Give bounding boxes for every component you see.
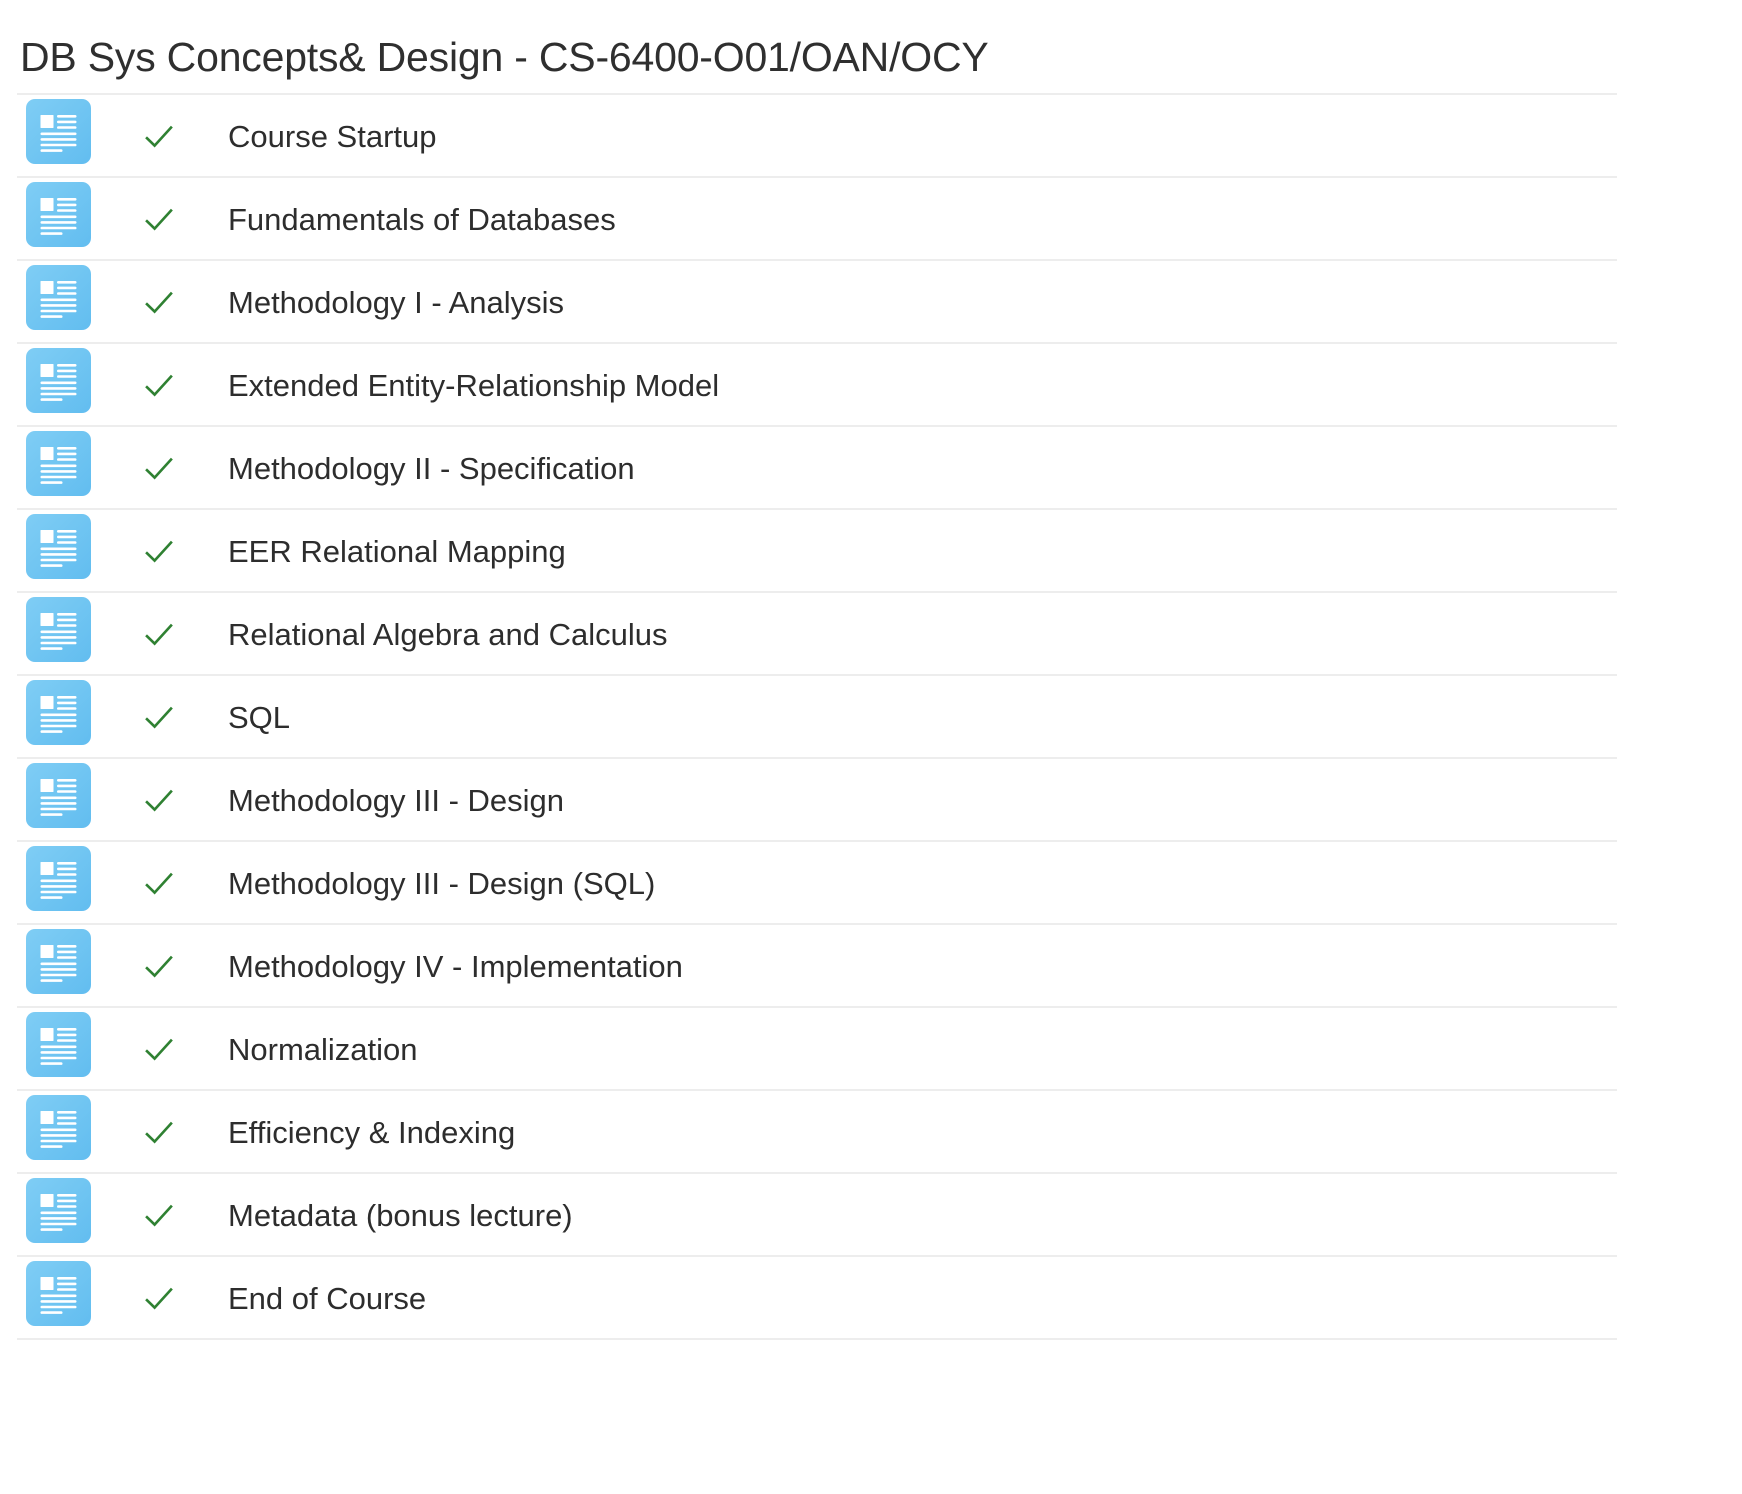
article-document-icon [26, 1095, 91, 1160]
module-title: Methodology IV - Implementation [228, 948, 683, 984]
module-list-item[interactable]: Extended Entity-Relationship Model [17, 342, 1617, 425]
check-mark-icon [129, 510, 189, 593]
module-title: Methodology I - Analysis [228, 284, 565, 320]
module-list-item[interactable]: Metadata (bonus lecture) [17, 1172, 1617, 1255]
article-document-icon [26, 597, 91, 662]
module-list-item[interactable]: Methodology IV - Implementation [17, 923, 1617, 1006]
module-title: Metadata (bonus lecture) [228, 1197, 573, 1233]
check-mark-icon [129, 261, 189, 344]
module-list-item[interactable]: SQL [17, 674, 1617, 757]
check-mark-icon [129, 1008, 189, 1091]
module-title: Normalization [228, 1031, 418, 1067]
module-row-content: Methodology III - Design (SQL) [17, 842, 1617, 923]
module-row-content: EER Relational Mapping [17, 510, 1617, 591]
module-row-content: Extended Entity-Relationship Model [17, 344, 1617, 425]
module-list-item[interactable]: EER Relational Mapping [17, 508, 1617, 591]
article-document-icon [26, 1178, 91, 1243]
module-title: Course Startup [228, 118, 437, 154]
article-document-icon [26, 514, 91, 579]
check-mark-icon [129, 1257, 189, 1340]
module-row-content: Efficiency & Indexing [17, 1091, 1617, 1172]
course-modules-page: DB Sys Concepts& Design - CS-6400-O01/OA… [0, 0, 1742, 1494]
check-mark-icon [129, 759, 189, 842]
article-document-icon [26, 1261, 91, 1326]
check-mark-icon [129, 1174, 189, 1257]
check-mark-icon [129, 344, 189, 427]
module-row-content: Methodology I - Analysis [17, 261, 1617, 342]
module-title: End of Course [228, 1280, 427, 1316]
module-list-item[interactable]: Methodology III - Design [17, 757, 1617, 840]
article-document-icon [26, 348, 91, 413]
module-row-content: Methodology IV - Implementation [17, 925, 1617, 1006]
check-mark-icon [129, 842, 189, 925]
module-list-item[interactable]: Methodology II - Specification [17, 425, 1617, 508]
module-row-content: SQL [17, 676, 1617, 757]
module-list-item[interactable]: Course Startup [17, 93, 1617, 176]
article-document-icon [26, 680, 91, 745]
article-document-icon [26, 846, 91, 911]
check-mark-icon [129, 178, 189, 261]
module-row-content: Metadata (bonus lecture) [17, 1174, 1617, 1255]
check-mark-icon [129, 95, 189, 178]
article-document-icon [26, 431, 91, 496]
module-row-content: Course Startup [17, 95, 1617, 176]
article-document-icon [26, 265, 91, 330]
module-row-content: Fundamentals of Databases [17, 178, 1617, 259]
article-document-icon [26, 929, 91, 994]
module-title: Methodology III - Design [228, 782, 565, 818]
module-title: SQL [228, 699, 291, 735]
check-mark-icon [129, 1091, 189, 1174]
check-mark-icon [129, 593, 189, 676]
module-row-content: End of Course [17, 1257, 1617, 1338]
module-list-item[interactable]: Methodology III - Design (SQL) [17, 840, 1617, 923]
module-list-item[interactable]: Methodology I - Analysis [17, 259, 1617, 342]
check-mark-icon [129, 427, 189, 510]
module-title: Efficiency & Indexing [228, 1114, 516, 1150]
module-row-content: Relational Algebra and Calculus [17, 593, 1617, 674]
module-list-item[interactable]: Fundamentals of Databases [17, 176, 1617, 259]
module-title: Relational Algebra and Calculus [228, 616, 668, 652]
module-list-item[interactable]: Relational Algebra and Calculus [17, 591, 1617, 674]
module-list-item[interactable]: Normalization [17, 1006, 1617, 1089]
module-list-item[interactable]: Efficiency & Indexing [17, 1089, 1617, 1172]
article-document-icon [26, 182, 91, 247]
module-list-item[interactable]: End of Course [17, 1255, 1617, 1338]
module-row-content: Methodology III - Design [17, 759, 1617, 840]
article-document-icon [26, 763, 91, 828]
article-document-icon [26, 1012, 91, 1077]
module-title: Fundamentals of Databases [228, 201, 616, 237]
check-mark-icon [129, 925, 189, 1008]
module-row-content: Methodology II - Specification [17, 427, 1617, 508]
module-title: Extended Entity-Relationship Model [228, 367, 720, 403]
module-row-content: Normalization [17, 1008, 1617, 1089]
module-title: EER Relational Mapping [228, 533, 566, 569]
module-list: Course Startup Fundamentals of Databases… [0, 93, 1742, 1340]
article-document-icon [26, 99, 91, 164]
page-title: DB Sys Concepts& Design - CS-6400-O01/OA… [20, 34, 989, 81]
check-mark-icon [129, 676, 189, 759]
module-title: Methodology III - Design (SQL) [228, 865, 656, 901]
module-title: Methodology II - Specification [228, 450, 635, 486]
